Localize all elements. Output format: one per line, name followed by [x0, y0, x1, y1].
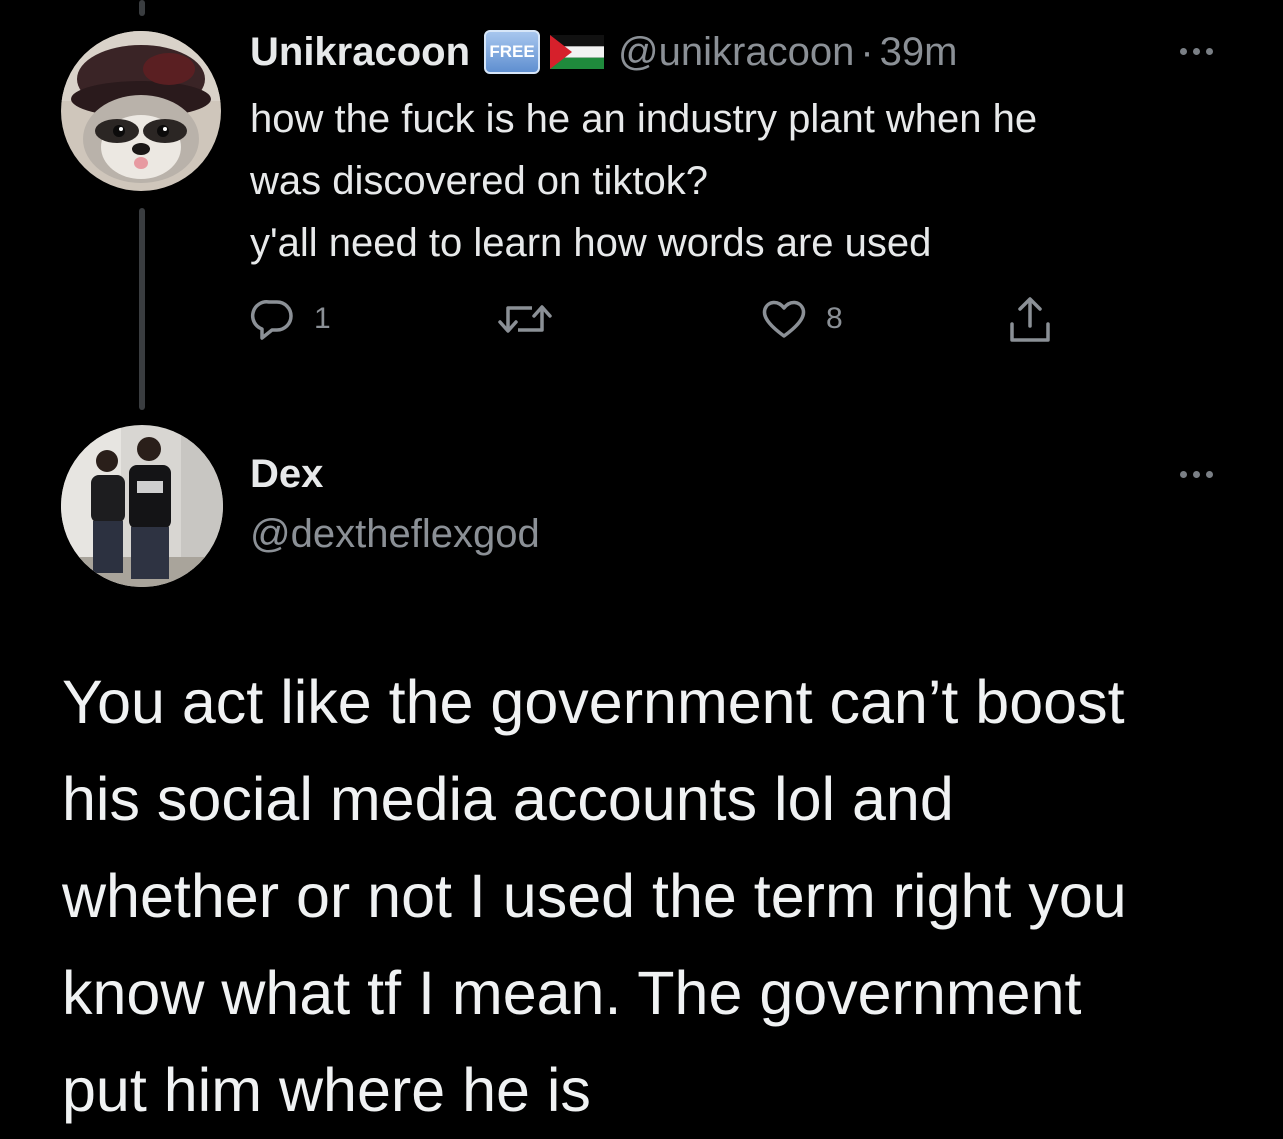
tweet1-handle[interactable]: @unikracoon	[618, 30, 854, 75]
tweet1-display-name[interactable]: Unikracoon	[250, 30, 470, 75]
retweet-button[interactable]	[498, 296, 570, 342]
tweet1-line: y'all need to learn how words are used	[250, 221, 932, 265]
tweet2-handle[interactable]: @dextheflexgod	[250, 512, 540, 557]
retweet-icon	[498, 305, 552, 333]
raccoon-avatar-image	[61, 31, 221, 191]
tweet2-line: put him where he is	[62, 1056, 591, 1124]
reply-button[interactable]: 1	[250, 296, 331, 342]
tweet1-more-icon[interactable]	[1180, 48, 1213, 55]
thread-line	[139, 208, 145, 410]
avatar-dex[interactable]	[61, 425, 223, 587]
tweet2-line: know what tf I mean. The government	[62, 959, 1082, 1027]
tweet2-line: You act like the government can’t boost	[62, 668, 1125, 736]
separator-dot: ·	[860, 29, 874, 74]
tweet2-line: whether or not I used the term right you	[62, 862, 1127, 930]
free-badge-icon: FREE	[484, 30, 541, 74]
like-button[interactable]: 8	[760, 296, 843, 342]
dex-avatar-image	[61, 425, 223, 587]
tweet2-line: his social media accounts lol and	[62, 765, 954, 833]
tweet1-timestamp[interactable]: 39m	[880, 30, 958, 75]
tweet2-display-name[interactable]: Dex	[250, 452, 323, 497]
share-icon	[1010, 297, 1050, 342]
heart-icon	[762, 300, 806, 338]
reply-icon	[250, 300, 293, 340]
avatar-unikracoon[interactable]	[61, 31, 221, 191]
share-button[interactable]	[1006, 296, 1054, 344]
reply-count: 1	[314, 302, 331, 335]
tweet1-header: Unikracoon FREE @unikracoon · 39m	[250, 28, 957, 76]
tweet1-line: was discovered on tiktok?	[250, 159, 709, 203]
tweet2-text: You act like the government can’t boost …	[62, 654, 1262, 1139]
tweet1-text: how the fuck is he an industry plant whe…	[250, 88, 1260, 274]
tweet1-line: how the fuck is he an industry plant whe…	[250, 97, 1038, 141]
thread-line-top	[139, 0, 145, 16]
like-count: 8	[826, 302, 843, 335]
tweet2-more-icon[interactable]	[1180, 471, 1213, 478]
palestine-flag-icon	[550, 35, 605, 69]
